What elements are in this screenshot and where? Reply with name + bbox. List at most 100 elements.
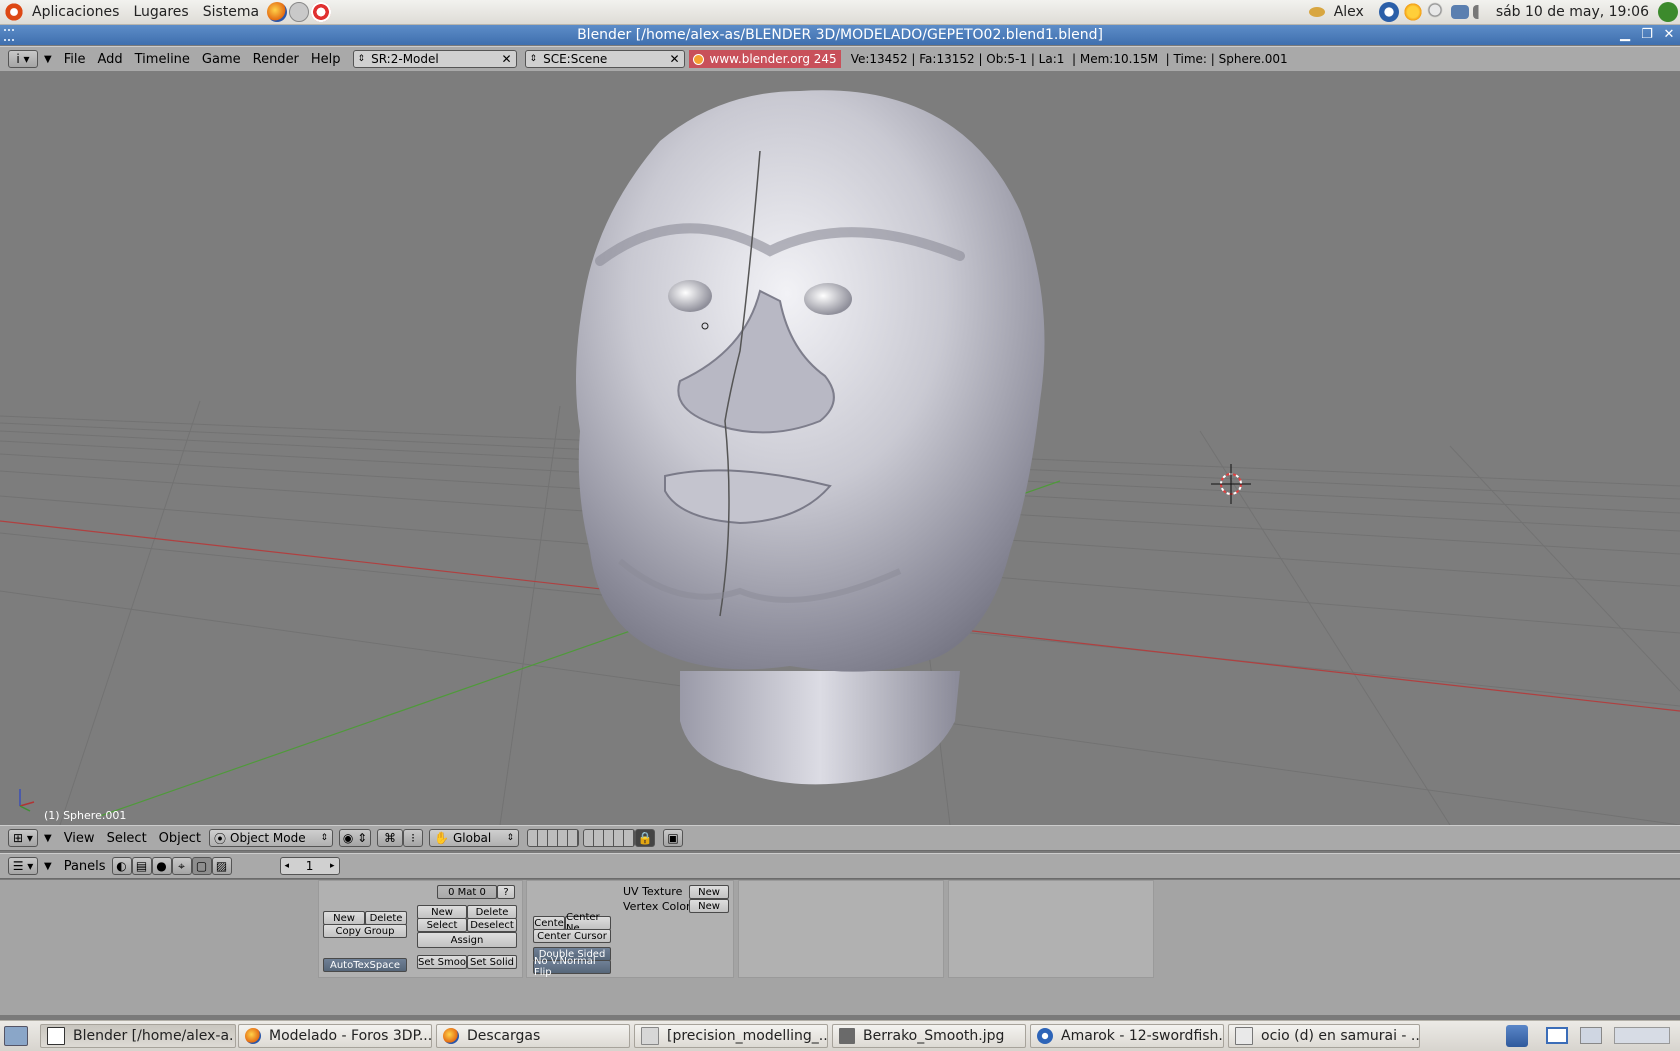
menu-select[interactable]: Select	[101, 831, 153, 846]
vgroup-new-button[interactable]: New	[323, 911, 365, 925]
updown-icon: ⇕	[320, 833, 329, 843]
menu-object[interactable]: Object	[153, 831, 207, 846]
header-collapse-icon[interactable]: ▼	[44, 54, 52, 65]
task-berrako-smooth[interactable]: Berrako_Smooth.jpg	[832, 1024, 1026, 1048]
search-icon[interactable]	[1426, 2, 1447, 22]
window-title-bar[interactable]: Blender [/home/alex-as/BLENDER 3D/MODELA…	[0, 25, 1680, 45]
task-precision-modelling[interactable]: [precision_modelling_...	[634, 1024, 828, 1048]
material-assign-button[interactable]: Assign	[417, 932, 517, 948]
task-amarok[interactable]: Amarok - 12-swordfish...	[1030, 1024, 1224, 1048]
editing-context-icon[interactable]: ▢	[191, 857, 212, 875]
viewport-scene[interactable]	[0, 71, 1680, 825]
3d-viewport[interactable]: (1) Sphere.001	[0, 71, 1680, 825]
layers-block-1[interactable]	[527, 829, 580, 847]
menu-render[interactable]: Render	[247, 52, 305, 67]
scene-name: SCE:Scene	[543, 52, 608, 66]
autotexspace-toggle[interactable]: AutoTexSpace	[323, 958, 407, 972]
network-icon[interactable]	[1450, 5, 1469, 19]
version-badge[interactable]: www.blender.org 245	[688, 50, 841, 68]
menu-lugares[interactable]: Lugares	[126, 4, 195, 20]
firefox-launcher-icon[interactable]	[267, 2, 288, 22]
material-slot-field[interactable]: 0 Mat 0	[437, 885, 497, 899]
draw-type-button[interactable]: ◉ ⇕	[339, 829, 372, 847]
render-preview-icon[interactable]: ▣	[663, 829, 684, 847]
pivot-button[interactable]: ⌘	[377, 829, 404, 847]
menu-game[interactable]: Game	[196, 52, 247, 67]
system-monitor-icon[interactable]	[1658, 2, 1678, 22]
mode-selector[interactable]: ⦿ Object Mode ⇕	[209, 829, 334, 847]
script-context-icon[interactable]: ▤	[131, 857, 152, 875]
keys-icon[interactable]	[1308, 7, 1325, 17]
frame-number: 1	[305, 859, 314, 873]
clock[interactable]: sáb 10 de may, 19:06	[1489, 4, 1656, 20]
material-help-button[interactable]: ?	[497, 885, 515, 899]
menu-help[interactable]: Help	[305, 52, 347, 67]
object-context-icon[interactable]: ⌖	[171, 857, 192, 875]
menu-view[interactable]: View	[58, 831, 101, 846]
mail-launcher-icon[interactable]	[289, 2, 310, 22]
set-solid-button[interactable]: Set Solid	[467, 955, 517, 969]
vgroup-delete-button[interactable]: Delete	[365, 911, 407, 925]
task-descargas[interactable]: Descargas	[436, 1024, 630, 1048]
lock-layers-icon[interactable]: 🔒	[635, 829, 656, 847]
material-select-button[interactable]: Select	[417, 918, 467, 932]
view3d-editor-type-button[interactable]: ⊞ ▾	[8, 829, 38, 847]
weather-icon[interactable]	[1402, 2, 1423, 22]
help-launcher-icon[interactable]	[311, 2, 332, 22]
workspace-1-icon[interactable]	[1546, 1027, 1568, 1044]
close-icon[interactable]: ✕	[1660, 25, 1678, 45]
screen-delete-icon[interactable]: ✕	[501, 52, 511, 66]
center-new-button[interactable]: Center Ne	[565, 912, 611, 934]
layers-block-2[interactable]	[583, 829, 636, 847]
scene-selector[interactable]: ⇕ SCE:Scene ✕	[524, 50, 685, 68]
task-ocio-samurai[interactable]: ocio (d) en samurai - ...	[1228, 1024, 1420, 1048]
frame-increment-icon[interactable]: ▸	[330, 861, 335, 871]
maximize-icon[interactable]: ❐	[1638, 25, 1656, 45]
user-name[interactable]: Alex	[1327, 4, 1371, 20]
trash-icon[interactable]	[1506, 1025, 1528, 1047]
window-menu-icon[interactable]	[4, 29, 14, 41]
material-new-button[interactable]: New	[417, 905, 467, 919]
task-blender[interactable]: Blender [/home/alex-a...	[40, 1024, 236, 1048]
panels-menu[interactable]: Panels	[58, 859, 112, 874]
shading-context-icon[interactable]: ●	[151, 857, 172, 875]
info-editor-type-button[interactable]: ⅰ ▾	[8, 50, 38, 68]
workspace-2-icon[interactable]	[1580, 1027, 1602, 1044]
center-cursor-button[interactable]: Center Cursor	[533, 929, 611, 943]
orientation-selector[interactable]: ✋ Global ⇕	[429, 829, 520, 847]
scene-context-icon[interactable]: ▨	[211, 857, 232, 875]
header-collapse-icon[interactable]: ▼	[44, 861, 52, 872]
show-desktop-icon[interactable]	[4, 1026, 28, 1046]
buttons-editor-type-button[interactable]: ☰ ▾	[8, 857, 38, 875]
volume-icon[interactable]	[1472, 5, 1487, 19]
screen-selector[interactable]: ⇕ SR:2-Model ✕	[352, 50, 517, 68]
task-firefox-foros[interactable]: Modelado - Foros 3DP...	[238, 1024, 432, 1048]
frame-decrement-icon[interactable]: ◂	[285, 861, 290, 871]
no-v-normal-flip-toggle[interactable]: No V.Normal Flip	[533, 956, 611, 978]
workspace-3-icon[interactable]	[1614, 1027, 1670, 1044]
manipulator-toggle[interactable]: ⁝	[403, 829, 424, 847]
centre-button[interactable]: Cente	[533, 916, 565, 930]
menu-file[interactable]: File	[58, 52, 92, 67]
update-icon[interactable]	[1378, 2, 1399, 22]
uv-texture-new-button[interactable]: New	[689, 885, 729, 899]
vertex-color-label: Vertex Color	[623, 900, 691, 913]
minimize-icon[interactable]: ▁	[1616, 25, 1634, 45]
frame-number-field[interactable]: ◂ 1 ▸	[279, 857, 340, 875]
logic-context-icon[interactable]: ◐	[111, 857, 132, 875]
menu-add[interactable]: Add	[91, 52, 128, 67]
menu-sistema[interactable]: Sistema	[196, 4, 266, 20]
copy-group-button[interactable]: Copy Group	[323, 924, 407, 938]
vertex-color-new-button[interactable]: New	[689, 899, 729, 913]
task-label: Blender [/home/alex-a...	[73, 1028, 236, 1044]
task-label: Berrako_Smooth.jpg	[863, 1028, 1005, 1044]
header-collapse-icon[interactable]: ▼	[44, 833, 52, 844]
menu-timeline[interactable]: Timeline	[129, 52, 196, 67]
set-smooth-button[interactable]: Set Smoo	[417, 955, 467, 969]
material-delete-button[interactable]: Delete	[467, 905, 517, 919]
scene-delete-icon[interactable]: ✕	[669, 52, 679, 66]
ubuntu-logo-icon[interactable]	[4, 2, 24, 22]
gnome-top-panel: Aplicaciones Lugares Sistema Alex sáb 10…	[0, 0, 1680, 25]
material-deselect-button[interactable]: Deselect	[467, 918, 517, 932]
menu-aplicaciones[interactable]: Aplicaciones	[25, 4, 126, 20]
